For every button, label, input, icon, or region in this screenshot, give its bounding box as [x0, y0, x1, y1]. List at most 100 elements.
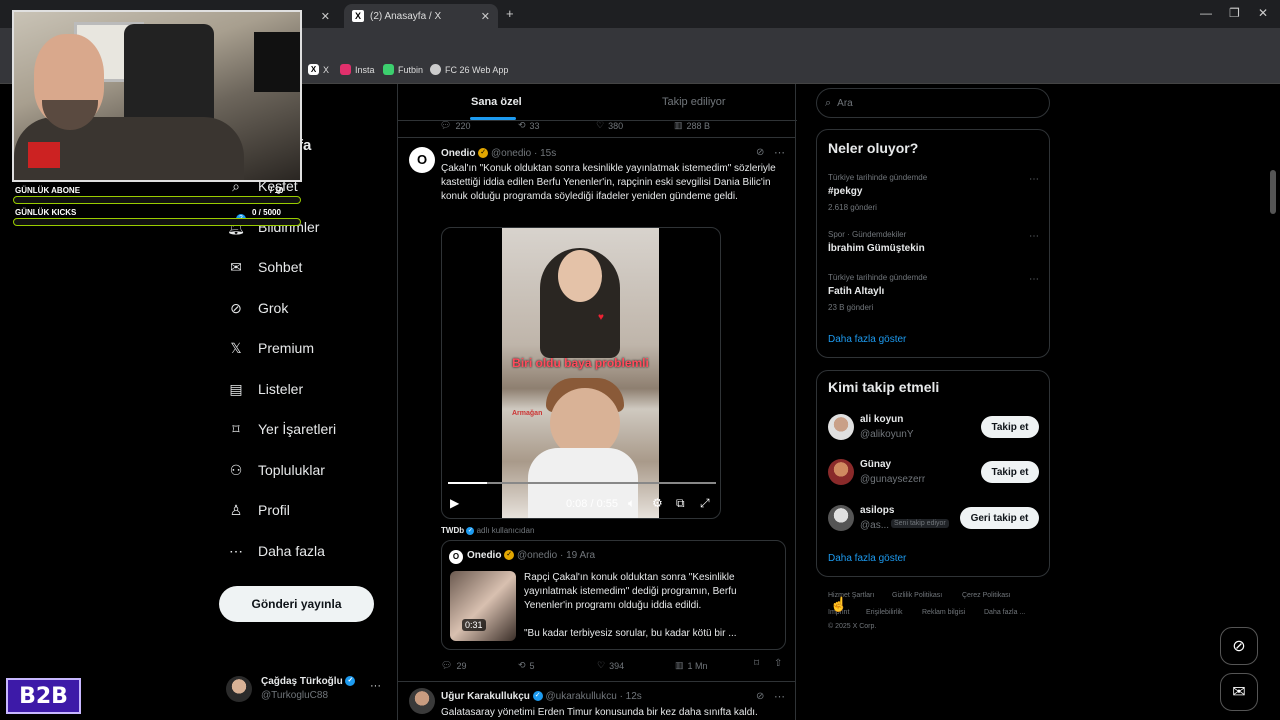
play-icon[interactable]: ▶ [450, 496, 459, 510]
views-stat[interactable]: ▥ 288 B [674, 120, 710, 131]
more-icon[interactable]: ⋯ [774, 146, 785, 159]
sidebar-item-daha-fazla[interactable]: ⋯ Daha fazla [228, 543, 325, 560]
author-name[interactable]: Onedio [441, 148, 475, 159]
user-name[interactable]: ali koyun [860, 414, 903, 425]
follow-button[interactable]: Takip et [981, 416, 1039, 438]
heart-logo-icon: ♥ [598, 312, 604, 323]
like-stat[interactable]: ♡ 394 [597, 660, 624, 671]
follow-button[interactable]: Takip et [981, 461, 1039, 483]
more-icon[interactable]: ⋯ [1029, 174, 1039, 185]
tab-takip-ediliyor[interactable]: Takip ediliyor [662, 96, 726, 108]
repost-stat[interactable]: ⟲ 5 [518, 660, 535, 671]
avatar[interactable] [828, 414, 854, 440]
messages-fab[interactable]: ✉ [1220, 673, 1258, 711]
bookmark-insta[interactable]: Insta [340, 64, 375, 75]
video-face-1 [558, 250, 602, 302]
video-progress-bar[interactable] [448, 482, 716, 484]
views-stat[interactable]: ▥ 1 Mn [675, 660, 708, 671]
avatar[interactable] [409, 688, 435, 714]
bookmark-label: X [323, 64, 330, 75]
views-count: 288 B [686, 120, 711, 131]
video-player[interactable]: ♥ Armağan Biri oldu baya problemli ▶ 0:0… [441, 227, 721, 519]
pip-icon[interactable]: ⧉ [676, 496, 685, 511]
sidebar-item-premium[interactable]: 𝕏 Premium [228, 340, 314, 357]
bookmark-icon[interactable]: ⌑ [754, 658, 759, 669]
author-handle[interactable]: @ukarakullukcu [545, 691, 616, 702]
views-count: 1 Mn [687, 660, 708, 671]
show-more-link[interactable]: Daha fazla göster [828, 553, 906, 564]
repost-count: 33 [529, 120, 540, 131]
bookmark-label: Insta [355, 64, 375, 75]
search-bar[interactable]: ⌕ Ara [816, 88, 1050, 118]
footer-link[interactable]: Gizlilik Politikası [892, 592, 942, 599]
sidebar-item-topluluklar[interactable]: ⚇ Topluluklar [228, 462, 325, 479]
attribution-name[interactable]: TWDb [441, 526, 464, 535]
footer-link[interactable]: Çerez Politikası [962, 592, 1011, 599]
like-stat[interactable]: ♡ 380 [596, 120, 623, 131]
trend-item[interactable]: İbrahim Gümüştekin [828, 243, 925, 254]
repost-stat[interactable]: ⟲ 33 [518, 120, 540, 131]
tweet-time[interactable]: · 15s [534, 148, 556, 159]
more-icon[interactable]: ⋯ [774, 690, 785, 703]
trend-item[interactable]: Fatih Altaylı [828, 286, 884, 297]
post-button[interactable]: Gönderi yayınla [219, 586, 374, 622]
author-name[interactable]: Uğur Karakullukçu [441, 691, 530, 702]
mail-icon: ✉ [230, 258, 242, 275]
sidebar-item-listeler[interactable]: ▤ Listeler [228, 381, 303, 398]
minimize-icon[interactable]: — [1200, 6, 1212, 20]
browser-tab-2[interactable]: X (2) Anasayfa / X ✕ [344, 4, 498, 28]
more-icon[interactable]: ⋯ [1029, 274, 1039, 285]
trend-count: 2.618 gönderi [828, 203, 877, 212]
grok-fab[interactable]: ⊘ [1220, 627, 1258, 665]
reply-stat[interactable]: 💬︎ 220 [440, 120, 470, 131]
tweet-time[interactable]: · 12s [620, 691, 642, 702]
fullscreen-icon[interactable]: ⤢ [700, 496, 710, 511]
stream-progress-bar [13, 218, 301, 226]
quoted-tweet[interactable]: O Onedio ✓ @onedio · 19 Ara 0:31 Rapçi Ç… [441, 540, 786, 650]
repost-icon: ⟲ [518, 660, 526, 670]
repost-count: 5 [529, 660, 535, 671]
follow-back-button[interactable]: Geri takip et [960, 507, 1039, 529]
more-icon[interactable]: ··· [370, 680, 381, 692]
show-more-link[interactable]: Daha fazla göster [828, 334, 906, 345]
maximize-icon[interactable]: ❐ [1229, 6, 1240, 20]
grok-icon[interactable]: ⊘ [756, 691, 764, 702]
user-name[interactable]: Günay [860, 459, 891, 470]
sidebar-item-yer-isaretleri[interactable]: ⌑ Yer İşaretleri [228, 420, 336, 438]
footer-link[interactable]: Reklam bilgisi [922, 609, 965, 616]
bookmark-x[interactable]: X X [308, 64, 329, 75]
scrollbar[interactable] [1270, 170, 1276, 214]
avatar[interactable] [828, 505, 854, 531]
user-name[interactable]: asilops [860, 505, 894, 516]
trend-item[interactable]: #pekgy [828, 186, 862, 197]
divider [398, 137, 795, 138]
sidebar-item-sohbet[interactable]: ✉ Sohbet [228, 258, 302, 276]
reply-count: 220 [455, 120, 471, 131]
avatar[interactable] [828, 459, 854, 485]
new-tab-button[interactable]: + [506, 6, 514, 21]
footer-link[interactable]: Daha fazla ... [984, 609, 1025, 616]
close-window-icon[interactable]: ✕ [1258, 6, 1268, 20]
grok-icon[interactable]: ⊘ [756, 147, 764, 158]
close-tab-icon[interactable]: ✕ [481, 10, 490, 23]
bookmark-futbin[interactable]: Futbin [383, 64, 423, 75]
stream-bar-value: 0 / 5000 [252, 208, 281, 217]
globe-icon [430, 64, 441, 75]
bookmark-fc26[interactable]: FC 26 Web App [430, 64, 508, 75]
author-handle[interactable]: @onedio [491, 148, 531, 159]
timeline: Sana özel Takip ediliyor 💬︎ 220 ⟲ 33 ♡ 380 … [397, 84, 797, 720]
bookmark-icon: ⌑ [232, 420, 240, 437]
settings-icon[interactable]: ⚙ [652, 496, 663, 510]
reply-stat[interactable]: 💬︎ 29 [441, 660, 466, 671]
footer-link[interactable]: Erişilebilirlik [866, 609, 903, 616]
search-input[interactable]: Ara [837, 98, 853, 109]
tab-sana-ozel[interactable]: Sana özel [471, 96, 522, 108]
account-switcher[interactable]: Çağdaş Türkoğlu ✓ @TurkogluC88 ··· [226, 674, 386, 704]
more-icon[interactable]: ⋯ [1029, 231, 1039, 242]
sidebar-item-grok[interactable]: ⊘ Grok [228, 300, 288, 317]
close-tab-icon[interactable]: ✕ [321, 10, 330, 23]
share-icon[interactable]: ⇧ [774, 658, 782, 669]
sidebar-item-profil[interactable]: ♙ Profil [228, 502, 290, 519]
volume-icon[interactable]: 🔈︎ [628, 496, 635, 511]
onedio-avatar[interactable]: O [409, 147, 435, 173]
